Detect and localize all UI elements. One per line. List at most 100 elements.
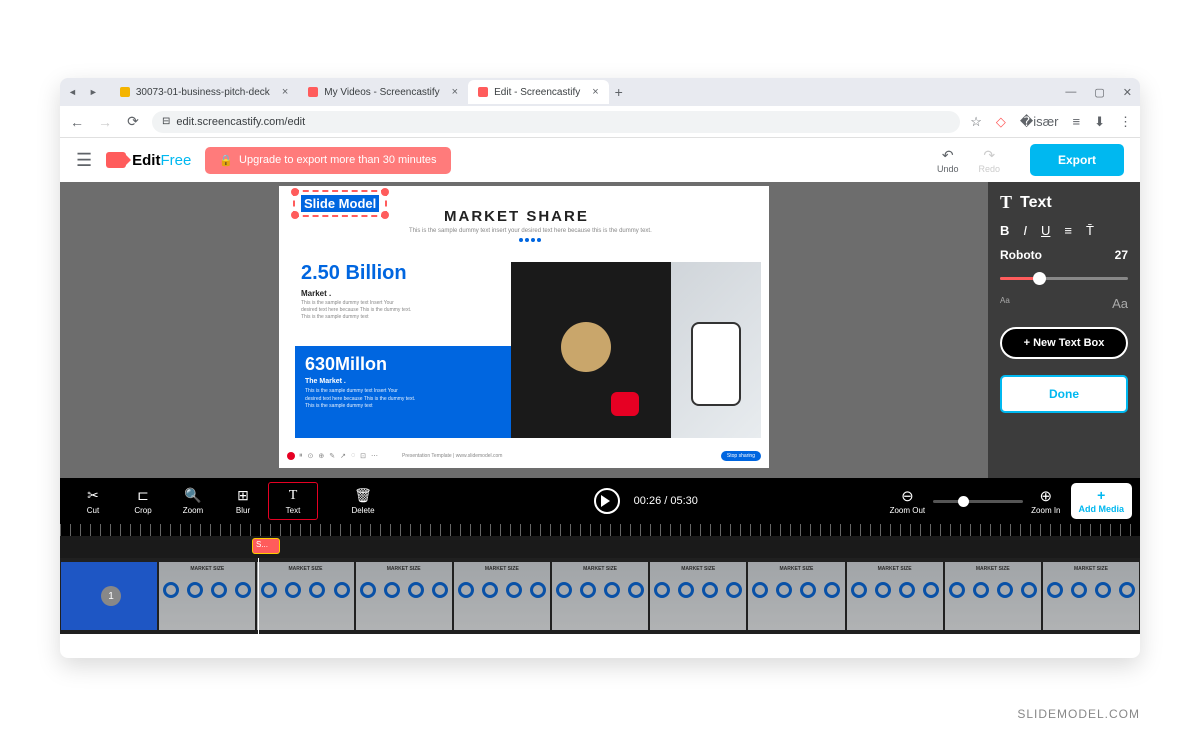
stat-value: 2.50 Billion [301, 262, 411, 285]
screencastify-ext-icon[interactable]: ◇ [996, 114, 1006, 130]
reading-list-icon[interactable]: ≡ [1073, 114, 1081, 129]
bookmark-icon[interactable]: ☆ [970, 114, 982, 130]
text-panel: TText B I U ≡ T̄ Roboto 27 AaAa + New Te… [988, 182, 1140, 478]
font-row: Roboto 27 [1000, 248, 1128, 262]
zoom-button[interactable]: 🔍Zoom [168, 482, 218, 520]
bold-button[interactable]: B [1000, 223, 1009, 238]
align-button[interactable]: ≡ [1064, 223, 1072, 238]
cut-icon: ✂ [87, 487, 99, 504]
hamburger-icon[interactable]: ☰ [76, 150, 92, 171]
tab-3[interactable]: Edit - Screencastify × [468, 80, 609, 104]
timeline-toolbar: ✂Cut ⊏Crop 🔍Zoom ⊞Blur TText 🗑Delete 00:… [60, 478, 1140, 524]
timeline-thumb[interactable]: MARKET SIZE [650, 562, 746, 630]
upgrade-button[interactable]: 🔒 Upgrade to export more than 30 minutes [205, 147, 450, 174]
app-header: ☰ EditFree 🔒 Upgrade to export more than… [60, 138, 1140, 182]
text-style-button[interactable]: T̄ [1086, 223, 1094, 238]
resize-handle[interactable] [381, 211, 389, 219]
play-button[interactable] [594, 488, 620, 514]
done-button[interactable]: Done [1000, 375, 1128, 413]
app-logo[interactable]: EditFree [106, 152, 191, 169]
slide-title: MARKET SHARE [444, 208, 589, 225]
timeline-thumb[interactable] [61, 562, 157, 630]
timeline-thumb[interactable]: MARKET SIZE [748, 562, 844, 630]
zoom-in-button[interactable]: ⊕Zoom In [1031, 487, 1060, 515]
blur-button[interactable]: ⊞Blur [218, 482, 268, 520]
tab-title: Edit - Screencastify [494, 87, 580, 98]
close-icon[interactable]: × [592, 86, 598, 98]
font-size[interactable]: 27 [1115, 248, 1128, 262]
timeline-thumb[interactable]: MARKET SIZE [454, 562, 550, 630]
browser-tabbar: ◄ ► 30073-01-business-pitch-deck× My Vid… [60, 78, 1140, 106]
canvas[interactable]: Slide Model MARKET SHARE This is the sam… [60, 182, 988, 478]
address-bar: ← → ⟳ ⊟ edit.screencastify.com/edit ☆ ◇ … [60, 106, 1140, 138]
resize-handle[interactable] [291, 211, 299, 219]
timeline-thumb[interactable]: MARKET SIZE [552, 562, 648, 630]
redo-button[interactable]: ↷Redo [978, 147, 1000, 174]
add-media-button[interactable]: +Add Media [1071, 483, 1133, 519]
tab-1[interactable]: 30073-01-business-pitch-deck× [110, 80, 298, 104]
timeline-ruler[interactable] [60, 524, 1140, 536]
blur-icon: ⊞ [237, 487, 249, 504]
tab-back-icon[interactable]: ◄ [68, 87, 77, 97]
tab-title: My Videos - Screencastify [324, 87, 439, 98]
slide-image-2 [671, 262, 761, 438]
crop-button[interactable]: ⊏Crop [118, 482, 168, 520]
tab-2[interactable]: My Videos - Screencastify × [298, 80, 468, 104]
text-overlay[interactable]: Slide Model [293, 190, 387, 217]
size-slider[interactable] [1000, 272, 1128, 286]
text-icon: T [1000, 192, 1012, 213]
slider-thumb[interactable] [1033, 272, 1046, 285]
text-tool-button[interactable]: TText [268, 482, 318, 520]
zoom-slider[interactable] [933, 500, 1023, 503]
tab-history: ◄ ► [68, 87, 98, 97]
menu-icon[interactable]: ⋮ [1119, 114, 1132, 130]
rec-tools: ⏸⊙⊕✎↗◌⊡⋯ [299, 452, 378, 460]
resize-handle[interactable] [381, 188, 389, 196]
undo-button[interactable]: ↶Undo [937, 147, 959, 174]
reload-button[interactable]: ⟳ [124, 113, 142, 130]
close-icon[interactable]: × [282, 86, 288, 98]
timeline-thumb[interactable]: MARKET SIZE [847, 562, 943, 630]
stat-desc: This is the sample dummy text Insert You… [305, 388, 501, 411]
zoom-out-button[interactable]: ⊖Zoom Out [890, 487, 926, 515]
screencastify-icon [308, 87, 318, 97]
minimize-icon[interactable]: — [1065, 86, 1076, 99]
video-timeline[interactable]: MARKET SIZE MARKET SIZE MARKET SIZE MARK… [60, 558, 1140, 634]
italic-button[interactable]: I [1023, 223, 1027, 238]
new-tab-button[interactable]: + [609, 84, 629, 100]
url-input[interactable]: ⊟ edit.screencastify.com/edit [152, 111, 960, 133]
site-info-icon[interactable]: ⊟ [162, 116, 170, 127]
tab-fwd-icon[interactable]: ► [89, 87, 98, 97]
close-icon[interactable]: × [452, 86, 458, 98]
stop-sharing-button[interactable]: Stop sharing [721, 451, 761, 461]
resize-handle[interactable] [291, 188, 299, 196]
extensions-icon[interactable]: �især [1020, 114, 1059, 130]
cut-button[interactable]: ✂Cut [68, 482, 118, 520]
panel-title: TText [1000, 192, 1128, 213]
maximize-icon[interactable]: ▢ [1094, 86, 1104, 99]
close-window-icon[interactable]: ✕ [1123, 86, 1132, 99]
stat-value: 630Millon [305, 354, 501, 375]
undo-icon: ↶ [942, 147, 954, 164]
delete-button[interactable]: 🗑Delete [338, 482, 388, 520]
underline-button[interactable]: U [1041, 223, 1050, 238]
timeline-thumb[interactable]: MARKET SIZE [159, 562, 255, 630]
back-button[interactable]: ← [68, 114, 86, 130]
timeline-thumb[interactable]: MARKET SIZE [945, 562, 1041, 630]
logo-text: EditFree [132, 152, 191, 169]
download-icon[interactable]: ⬇ [1094, 114, 1105, 130]
playhead[interactable] [258, 558, 259, 634]
logo-icon [106, 152, 126, 168]
forward-button[interactable]: → [96, 114, 114, 130]
timeline-thumb[interactable]: MARKET SIZE [356, 562, 452, 630]
text-clip[interactable]: S... [252, 538, 280, 554]
zoom-in-icon: ⊕ [1040, 487, 1053, 505]
slide-image-1 [511, 262, 671, 438]
timeline-thumb[interactable]: MARKET SIZE [257, 562, 353, 630]
font-name[interactable]: Roboto [1000, 248, 1042, 262]
export-button[interactable]: Export [1030, 144, 1124, 176]
timeline-thumb[interactable]: MARKET SIZE [1043, 562, 1139, 630]
new-text-box-button[interactable]: + New Text Box [1000, 327, 1128, 359]
slide-footer: Presentation Template | www.slidemodel.c… [402, 453, 502, 459]
stat-label: The Market . [305, 378, 501, 385]
